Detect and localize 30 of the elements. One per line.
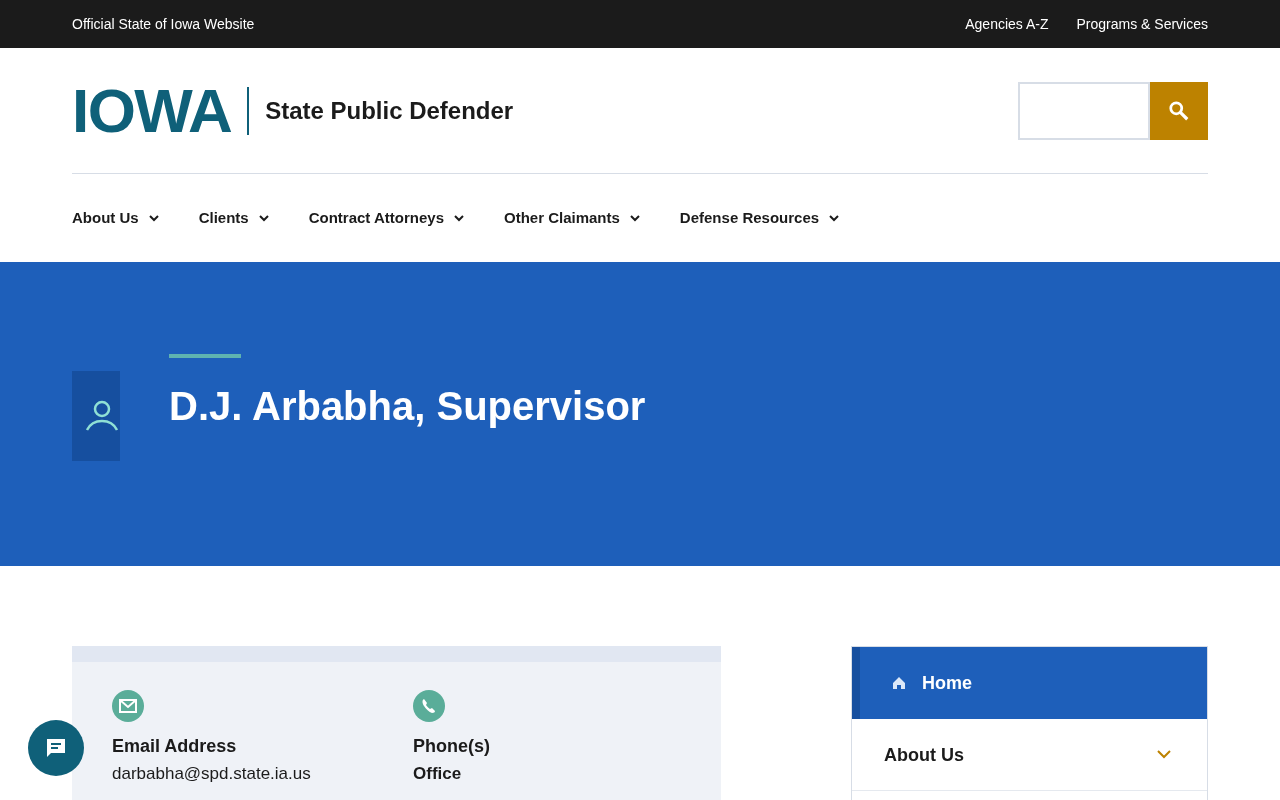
chat-button[interactable] [28, 720, 84, 776]
site-title: State Public Defender [265, 95, 514, 126]
envelope-icon [112, 690, 144, 722]
chevron-down-icon [1157, 750, 1171, 759]
search-field[interactable] [1018, 81, 1150, 140]
sidebar-item[interactable]: Home [852, 647, 1207, 719]
phone-icon [413, 690, 445, 722]
chevron-down-icon [829, 214, 840, 222]
contact-heading: Phone(s) [413, 735, 490, 758]
nav-menu-item[interactable]: Defense Resources [679, 206, 840, 230]
search-button[interactable] [1150, 81, 1208, 140]
search-icon [1168, 99, 1190, 122]
chevron-down-icon [454, 214, 464, 222]
iowa-logo[interactable]: IOWA [72, 79, 232, 142]
chevron-down-icon [629, 214, 640, 222]
top-link[interactable]: Programs & Services [1076, 14, 1208, 34]
nav-menu-item[interactable]: Other Claimants [504, 206, 640, 230]
nav-menu-item[interactable]: Contract Attorneys [308, 206, 464, 230]
chevron-down-icon [258, 214, 269, 222]
contact-value: darbabha@spd.state.ia.us [112, 763, 311, 785]
contact-value: Office [413, 763, 462, 785]
home-icon [892, 676, 906, 690]
chevron-down-icon [148, 214, 159, 222]
nav-menu-item[interactable]: Clients [198, 206, 269, 230]
chat-icon [44, 736, 68, 760]
official-site-label: Official State of Iowa Website [72, 15, 255, 34]
top-link[interactable]: Agencies A-Z [965, 14, 1049, 34]
contact-heading: Email Address [112, 735, 237, 758]
page-title: D.J. Arbabha, Supervisor [169, 386, 646, 426]
nav-menu-item[interactable]: About Us [72, 206, 159, 230]
